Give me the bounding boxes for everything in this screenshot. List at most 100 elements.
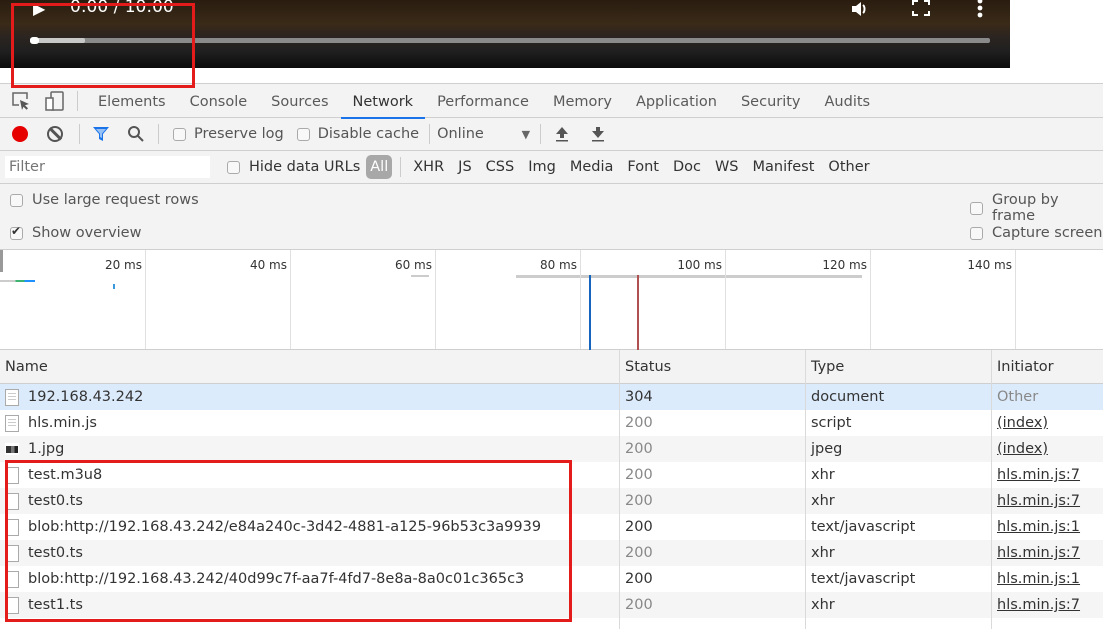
request-name[interactable]: test1.ts (28, 597, 83, 613)
type-filter-media[interactable]: Media (566, 155, 618, 179)
initiator-link[interactable]: hls.min.js:1 (997, 519, 1080, 535)
preserve-log-checkbox[interactable]: Preserve log (173, 126, 284, 142)
record-button[interactable] (12, 126, 28, 142)
column-header-status[interactable]: Status (620, 350, 806, 383)
initiator-link[interactable]: hls.min.js:7 (997, 493, 1080, 509)
type-filter-all[interactable]: All (366, 155, 393, 179)
cell-name[interactable]: test1.ts (0, 592, 620, 618)
cell-name[interactable]: 1.jpg (0, 436, 620, 462)
table-row[interactable]: blob:http://192.168.43.242/e84a240c-3d42… (0, 514, 1103, 540)
filter-icon[interactable] (92, 126, 110, 142)
hide-data-urls-checkbox[interactable]: Hide data URLs (227, 159, 360, 175)
device-toolbar-icon[interactable] (45, 90, 65, 111)
checkbox-checked[interactable] (10, 224, 23, 240)
type-filter-css[interactable]: CSS (482, 155, 519, 179)
play-button[interactable]: ▶ (33, 0, 45, 18)
initiator-link[interactable]: hls.min.js:7 (997, 597, 1080, 613)
initiator-link[interactable]: hls.min.js:7 (997, 545, 1080, 561)
initiator-link[interactable]: hls.min.js:1 (997, 571, 1080, 587)
seek-thumb[interactable] (30, 37, 39, 44)
large-rows-checkbox[interactable]: Use large request rows (10, 192, 199, 208)
table-row[interactable]: test.m3u8 200 xhr hls.min.js:7 (0, 462, 1103, 488)
cell-initiator[interactable]: hls.min.js:7 (992, 462, 1103, 488)
fullscreen-icon[interactable] (912, 0, 930, 16)
request-name[interactable]: 192.168.43.242 (28, 389, 143, 405)
checkbox[interactable] (227, 160, 240, 174)
cell-name[interactable]: blob:http://192.168.43.242/40d99c7f-aa7f… (0, 566, 620, 592)
initiator-link[interactable]: (index) (997, 415, 1048, 431)
tab-security[interactable]: Security (729, 84, 813, 118)
type-filter-font[interactable]: Font (623, 155, 663, 179)
cell-name[interactable]: test.m3u8 (0, 462, 620, 488)
tab-elements[interactable]: Elements (86, 84, 178, 118)
column-divider[interactable] (991, 350, 992, 629)
table-row[interactable]: test1.ts 200 xhr hls.min.js:7 (0, 592, 1103, 618)
show-overview-checkbox[interactable]: Show overview (10, 224, 141, 241)
capture-screenshots-checkbox[interactable]: Capture screenshots (970, 225, 1103, 241)
request-name[interactable]: hls.min.js (28, 415, 97, 431)
type-filter-ws[interactable]: WS (711, 155, 743, 179)
column-header-name[interactable]: Name (0, 350, 620, 383)
checkbox[interactable] (970, 201, 983, 215)
tab-audits[interactable]: Audits (813, 84, 883, 118)
table-row[interactable]: blob:http://192.168.43.242/40d99c7f-aa7f… (0, 566, 1103, 592)
tab-console[interactable]: Console (178, 84, 260, 118)
type-filter-manifest[interactable]: Manifest (749, 155, 819, 179)
table-row[interactable]: test0.ts 200 xhr hls.min.js:7 (0, 488, 1103, 514)
throttling-select[interactable]: Online ▼ (437, 126, 530, 142)
video-player[interactable]: ▶ 0:00 / 10:00 (0, 0, 1010, 68)
export-har-icon[interactable] (591, 126, 605, 142)
clear-button[interactable] (47, 126, 63, 142)
checkbox[interactable] (10, 193, 23, 207)
cell-initiator[interactable]: hls.min.js:7 (992, 488, 1103, 514)
checkbox[interactable] (173, 127, 186, 141)
column-divider[interactable] (805, 350, 806, 629)
overview-range-handle[interactable] (0, 250, 3, 272)
cell-name[interactable]: test0.ts (0, 540, 620, 566)
table-row[interactable]: 1.jpg 200 jpeg (index) (0, 436, 1103, 462)
group-by-frame-checkbox[interactable]: Group by frame (970, 192, 1103, 224)
volume-icon[interactable] (850, 0, 870, 19)
request-name[interactable]: test0.ts (28, 493, 83, 509)
request-name[interactable]: blob:http://192.168.43.242/40d99c7f-aa7f… (28, 571, 524, 587)
type-filter-xhr[interactable]: XHR (409, 155, 448, 179)
filter-input[interactable] (5, 156, 210, 178)
cell-name[interactable]: 192.168.43.242 (0, 384, 620, 410)
search-icon[interactable] (127, 125, 145, 143)
cell-name[interactable]: test0.ts (0, 488, 620, 514)
request-name[interactable]: test0.ts (28, 545, 83, 561)
column-divider[interactable] (619, 350, 620, 629)
type-filter-other[interactable]: Other (824, 155, 873, 179)
request-name[interactable]: test.m3u8 (28, 467, 102, 483)
more-options-icon[interactable] (975, 0, 985, 20)
cell-initiator[interactable]: hls.min.js:7 (992, 592, 1103, 618)
tab-network[interactable]: Network (340, 84, 426, 119)
table-row[interactable]: hls.min.js 200 script (index) (0, 410, 1103, 436)
type-filter-doc[interactable]: Doc (669, 155, 705, 179)
cell-initiator[interactable]: hls.min.js:1 (992, 514, 1103, 540)
table-row[interactable]: test0.ts 200 xhr hls.min.js:7 (0, 540, 1103, 566)
disable-cache-checkbox[interactable]: Disable cache (296, 126, 419, 142)
column-header-type[interactable]: Type (806, 350, 992, 383)
initiator-link[interactable]: hls.min.js:7 (997, 467, 1080, 483)
tab-performance[interactable]: Performance (425, 84, 541, 118)
request-name[interactable]: blob:http://192.168.43.242/e84a240c-3d42… (28, 519, 541, 535)
video-seek-bar[interactable] (30, 37, 990, 44)
initiator-link[interactable]: (index) (997, 441, 1048, 457)
cell-initiator[interactable]: (index) (992, 410, 1103, 436)
network-overview-timeline[interactable]: 20 ms 40 ms 60 ms 80 ms 100 ms 120 ms 140 ms (0, 250, 1103, 350)
tab-application[interactable]: Application (624, 84, 729, 118)
cell-initiator[interactable]: (index) (992, 436, 1103, 462)
tab-sources[interactable]: Sources (259, 84, 340, 118)
cell-initiator[interactable]: hls.min.js:7 (992, 540, 1103, 566)
tab-memory[interactable]: Memory (541, 84, 624, 118)
cell-name[interactable]: hls.min.js (0, 410, 620, 436)
inspect-element-icon[interactable] (11, 91, 31, 111)
cell-name[interactable]: blob:http://192.168.43.242/e84a240c-3d42… (0, 514, 620, 540)
type-filter-img[interactable]: Img (524, 155, 560, 179)
import-har-icon[interactable] (555, 126, 569, 142)
checkbox[interactable] (296, 127, 310, 141)
table-row[interactable]: 192.168.43.242 304 document Other (0, 384, 1103, 410)
cell-initiator[interactable]: hls.min.js:1 (992, 566, 1103, 592)
checkbox[interactable] (970, 226, 983, 240)
